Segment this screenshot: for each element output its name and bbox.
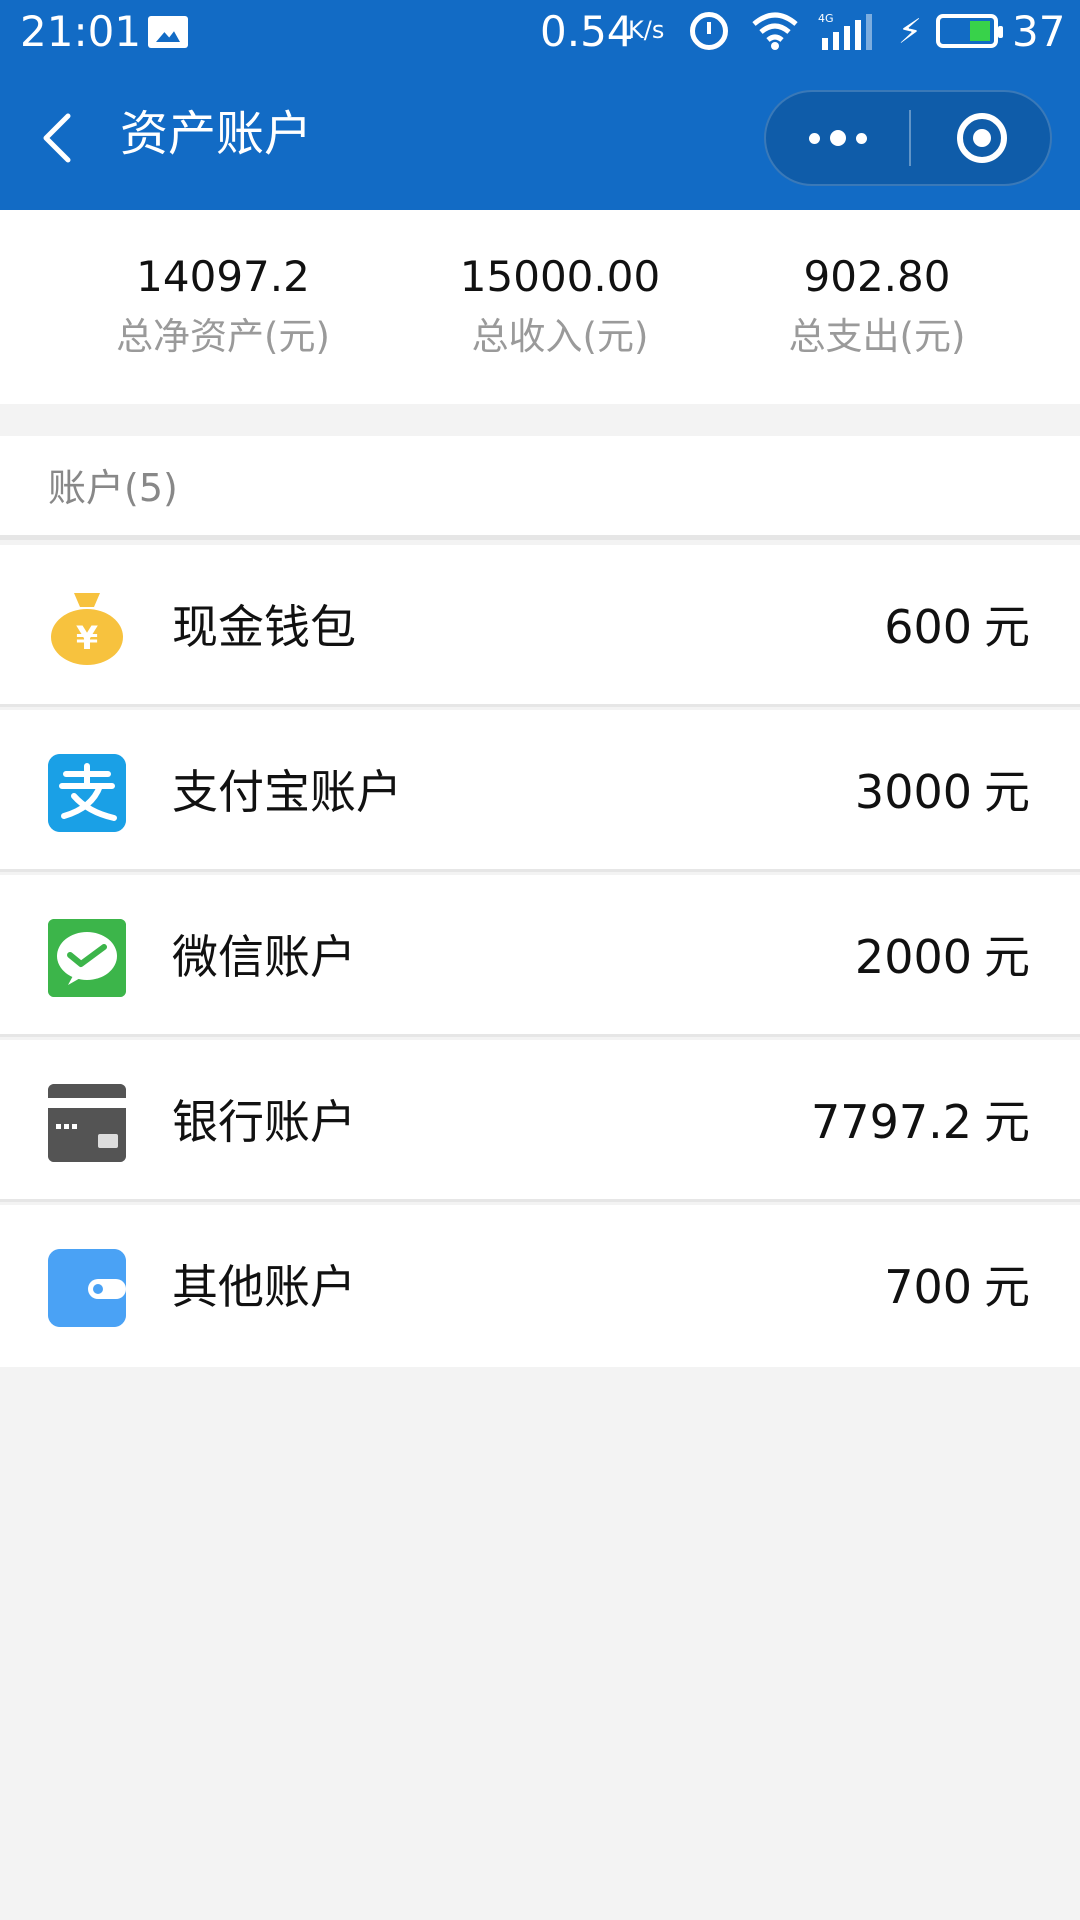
account-amount-value: 700	[884, 1260, 972, 1314]
income-label: 总收入(元)	[471, 315, 649, 358]
account-amount-unit: 元	[984, 1260, 1030, 1314]
cellular-signal-icon: 4G	[818, 12, 872, 50]
expense-value: 902.80	[803, 252, 951, 301]
capsule-divider	[909, 110, 911, 166]
alipay-icon	[48, 754, 126, 832]
expense-label: 总支出(元)	[788, 315, 966, 358]
battery-level: 37	[1012, 7, 1066, 56]
page-title: 资产账户	[120, 106, 313, 162]
network-type-label: 4G	[818, 12, 834, 25]
income-value: 15000.00	[459, 252, 661, 301]
account-amount-value: 600	[884, 600, 972, 654]
account-amount-unit: 元	[984, 600, 1030, 654]
more-dot-icon	[808, 132, 820, 144]
account-amount-value: 3000	[854, 765, 972, 819]
account-amount-unit: 元	[984, 765, 1030, 819]
expense-stat: 902.80 总支出(元)	[697, 252, 1057, 360]
mini-program-capsule	[764, 90, 1052, 186]
alarm-icon	[690, 12, 728, 50]
account-amount-value: 2000	[854, 930, 972, 984]
network-speed-unit: K/s	[628, 16, 665, 44]
bank-card-icon	[48, 1084, 126, 1162]
close-mini-program-button[interactable]	[957, 113, 1007, 163]
account-row-wechat[interactable]: 微信账户 2000 元	[0, 875, 1080, 1037]
wechat-icon	[48, 919, 126, 997]
nav-bar: 资产账户	[0, 64, 1080, 210]
status-time: 21:01	[20, 7, 142, 56]
wallet-icon	[48, 1249, 126, 1327]
account-name: 现金钱包	[172, 600, 356, 654]
more-dot-icon	[829, 130, 846, 146]
net-assets-label: 总净资产(元)	[116, 315, 330, 358]
net-assets-stat: 14097.2 总净资产(元)	[43, 252, 403, 360]
account-amount: 3000 元	[855, 764, 1030, 820]
account-amount-value: 7797.2	[811, 1095, 972, 1149]
battery-icon	[936, 14, 1003, 48]
network-speed: 0.54	[540, 7, 634, 56]
account-amount: 7797.2 元	[811, 1094, 1030, 1150]
svg-text:¥: ¥	[76, 619, 98, 657]
account-count-label: 账户(5)	[48, 466, 178, 510]
account-amount-unit: 元	[984, 1095, 1030, 1149]
account-row-alipay[interactable]: 支付宝账户 3000 元	[0, 710, 1080, 872]
account-name: 其他账户	[172, 1260, 356, 1314]
account-name: 支付宝账户	[172, 765, 402, 819]
account-name: 微信账户	[172, 930, 356, 984]
image-notification-icon	[148, 16, 188, 48]
net-assets-value: 14097.2	[136, 252, 310, 301]
account-amount: 2000 元	[855, 929, 1030, 985]
asset-summary: 14097.2 总净资产(元) 15000.00 总收入(元) 902.80 总…	[0, 210, 1080, 404]
more-menu-button[interactable]	[766, 92, 909, 184]
account-amount-unit: 元	[984, 930, 1030, 984]
status-bar: 21:01 0.54 K/s 4G ⚡ 37	[0, 0, 1080, 64]
account-amount: 700 元	[884, 1259, 1030, 1315]
charging-bolt-icon: ⚡	[898, 12, 922, 52]
account-name: 银行账户	[172, 1095, 356, 1149]
account-row-bank[interactable]: 银行账户 7797.2 元	[0, 1040, 1080, 1202]
account-amount: 600 元	[884, 599, 1030, 655]
account-list-header: 账户(5)	[0, 436, 1080, 540]
income-stat: 15000.00 总收入(元)	[380, 252, 740, 360]
account-row-other[interactable]: 其他账户 700 元	[0, 1205, 1080, 1367]
account-row-cash[interactable]: ¥ 现金钱包 600 元	[0, 545, 1080, 707]
more-dot-icon	[855, 132, 867, 144]
money-bag-icon: ¥	[51, 593, 123, 665]
back-arrow-icon[interactable]	[38, 108, 82, 168]
wifi-icon	[752, 12, 798, 50]
